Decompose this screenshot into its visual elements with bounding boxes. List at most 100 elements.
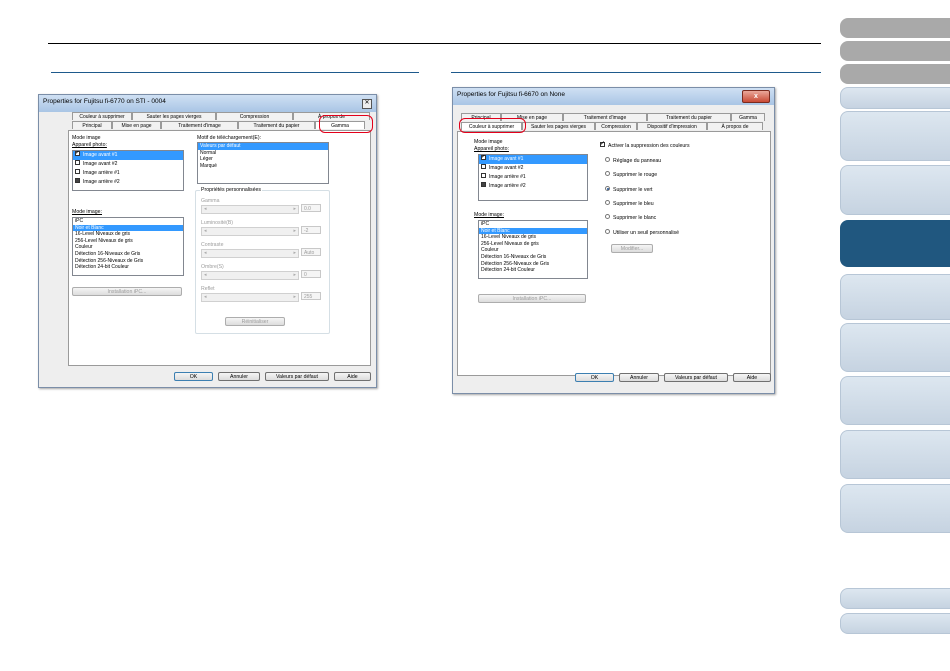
radio-option[interactable]: Utiliser un seuil personnalisé bbox=[605, 228, 679, 236]
list-item[interactable]: Image arrière #2 bbox=[73, 178, 183, 187]
tab-item[interactable]: Dispositif d'impression bbox=[637, 122, 707, 130]
arrow-left-icon[interactable]: ◂ bbox=[204, 228, 207, 235]
arrow-left-icon[interactable]: ◂ bbox=[204, 250, 207, 257]
nav-tab[interactable] bbox=[840, 588, 950, 609]
list-item[interactable]: Détection 256-Niveaux de Gris bbox=[479, 261, 587, 268]
activate-dropout-checkbox[interactable]: Activer la suppression des couleurs bbox=[600, 140, 690, 149]
tab-item[interactable]: Compression bbox=[595, 122, 637, 130]
list-item[interactable]: Normal bbox=[198, 150, 328, 157]
nav-tab[interactable] bbox=[840, 111, 950, 161]
dialog-button[interactable]: Aide bbox=[733, 373, 771, 382]
tab-item[interactable]: Mise en page bbox=[112, 121, 161, 129]
list-item[interactable]: Valeurs par défaut bbox=[198, 143, 328, 150]
list-item[interactable]: Image arrière #1 bbox=[73, 169, 183, 178]
list-item[interactable]: Image arrière #2 bbox=[479, 182, 587, 191]
camera-list[interactable]: Image avant #1 Image avant #2 Image arrièr… bbox=[72, 150, 184, 191]
list-item[interactable]: Détection 16-Niveaux de Gris bbox=[73, 251, 183, 258]
nav-tab[interactable] bbox=[840, 87, 950, 109]
list-item[interactable]: Détection 24-bit Couleur bbox=[73, 264, 183, 271]
tab-item[interactable]: Traitement d'image bbox=[563, 113, 647, 121]
nav-tab[interactable] bbox=[840, 613, 950, 634]
list-item[interactable]: Image avant #1 bbox=[73, 151, 183, 160]
list-item[interactable]: Détection 24-bit Couleur bbox=[479, 267, 587, 274]
image-mode-list[interactable]: iPC Noir et Blanc 16-Level Niveaux de gris… bbox=[478, 220, 588, 279]
checkbox-icon[interactable] bbox=[75, 169, 80, 175]
radio-option[interactable]: Supprimer le rouge bbox=[605, 171, 657, 178]
close-icon[interactable]: ✕ bbox=[362, 99, 372, 109]
tab-item[interactable]: Sauter les pages vierges bbox=[522, 122, 595, 130]
list-item[interactable]: Détection 256-Niveaux de Gris bbox=[73, 258, 183, 265]
tab-item[interactable]: Couleur à supprimer bbox=[72, 112, 132, 120]
arrow-right-icon[interactable]: ▸ bbox=[293, 294, 296, 301]
list-item[interactable]: Noir et Blanc bbox=[73, 224, 183, 232]
nav-tab[interactable] bbox=[840, 18, 950, 38]
nav-tab[interactable] bbox=[840, 41, 950, 61]
dialog-button[interactable]: Valeurs par défaut bbox=[664, 373, 728, 382]
install-ipc-button[interactable]: Installation iPC... bbox=[72, 287, 182, 296]
checkbox-icon[interactable] bbox=[75, 178, 80, 184]
dialog-button[interactable]: Aide bbox=[334, 372, 371, 381]
list-item[interactable]: Marqué bbox=[198, 163, 328, 170]
list-item[interactable]: Couleur bbox=[73, 244, 183, 251]
slider-track[interactable]: ◂ ▸ bbox=[201, 205, 299, 214]
arrow-left-icon[interactable]: ◂ bbox=[204, 294, 207, 301]
list-item[interactable]: iPC bbox=[479, 221, 587, 228]
download-pattern-list[interactable]: Valeurs par défaut Normal Léger Marqué bbox=[197, 142, 329, 184]
checkbox-icon[interactable] bbox=[481, 164, 486, 170]
checkbox-icon[interactable] bbox=[481, 182, 486, 188]
list-item[interactable]: Image avant #2 bbox=[73, 160, 183, 169]
arrow-left-icon[interactable]: ◂ bbox=[204, 206, 207, 213]
slider-track[interactable]: ◂ ▸ bbox=[201, 271, 299, 280]
tab-item[interactable]: Sauter les pages vierges bbox=[132, 112, 216, 120]
tab-item[interactable]: Gamma bbox=[731, 113, 765, 121]
dialog-button[interactable]: Annuler bbox=[218, 372, 260, 381]
nav-tab[interactable] bbox=[840, 274, 950, 320]
radio-option[interactable]: Supprimer le bleu bbox=[605, 200, 654, 207]
checkbox-icon[interactable] bbox=[75, 151, 80, 158]
tab-item[interactable]: Traitement d'image bbox=[161, 121, 238, 129]
nav-tab[interactable] bbox=[840, 376, 950, 425]
slider-track[interactable]: ◂ ▸ bbox=[201, 249, 299, 258]
arrow-right-icon[interactable]: ▸ bbox=[293, 272, 296, 279]
checkbox-icon[interactable] bbox=[75, 160, 80, 166]
image-mode-list[interactable]: iPC Noir et Blanc 16-Level Niveaux de gris… bbox=[72, 217, 184, 276]
dialog-button[interactable]: Annuler bbox=[619, 373, 659, 382]
dialog-button[interactable]: OK bbox=[174, 372, 213, 381]
arrow-right-icon[interactable]: ▸ bbox=[293, 206, 296, 213]
nav-tab[interactable] bbox=[840, 220, 950, 267]
reset-button[interactable]: Réinitialiser bbox=[225, 317, 285, 326]
list-item[interactable]: Image arrière #1 bbox=[479, 173, 587, 182]
tab-item[interactable]: Traitement du papier bbox=[647, 113, 731, 121]
list-item[interactable]: Couleur bbox=[479, 247, 587, 254]
tab-item[interactable]: À propos de bbox=[707, 122, 763, 130]
nav-tab[interactable] bbox=[840, 323, 950, 372]
list-item[interactable]: Noir et Blanc bbox=[479, 227, 587, 235]
nav-tab[interactable] bbox=[840, 484, 950, 533]
camera-list[interactable]: Image avant #1 Image avant #2 Image arrièr… bbox=[478, 154, 588, 201]
list-item[interactable]: Image avant #1 bbox=[479, 155, 587, 164]
tab-item[interactable]: Compression bbox=[216, 112, 293, 120]
arrow-right-icon[interactable]: ▸ bbox=[293, 250, 296, 257]
close-icon[interactable]: x bbox=[742, 90, 770, 103]
modify-button[interactable]: Modifier... bbox=[611, 244, 653, 253]
list-item[interactable]: Image avant #2 bbox=[479, 164, 587, 173]
install-ipc-button[interactable]: Installation iPC... bbox=[478, 294, 586, 303]
slider-track[interactable]: ◂ ▸ bbox=[201, 227, 299, 236]
slider-value[interactable]: 0.0 bbox=[301, 204, 321, 212]
arrow-right-icon[interactable]: ▸ bbox=[293, 228, 296, 235]
slider-value[interactable]: -2 bbox=[301, 226, 321, 234]
nav-tab[interactable] bbox=[840, 430, 950, 479]
slider-value[interactable]: Auto bbox=[301, 248, 321, 256]
slider-value[interactable]: 0 bbox=[301, 270, 321, 278]
list-item[interactable]: Léger bbox=[198, 156, 328, 163]
radio-option[interactable]: Réglage du panneau bbox=[605, 157, 661, 164]
dialog-button[interactable]: OK bbox=[575, 373, 614, 382]
tab-item[interactable]: Principal bbox=[72, 121, 112, 129]
arrow-left-icon[interactable]: ◂ bbox=[204, 272, 207, 279]
radio-option[interactable]: Supprimer le vert bbox=[605, 185, 653, 193]
dialog-button[interactable]: Valeurs par défaut bbox=[265, 372, 329, 381]
checkbox-icon[interactable] bbox=[481, 155, 486, 162]
nav-tab[interactable] bbox=[840, 64, 950, 84]
list-item[interactable]: 256-Level Niveaux de gris bbox=[73, 238, 183, 245]
list-item[interactable]: 16-Level Niveaux de gris bbox=[479, 234, 587, 241]
